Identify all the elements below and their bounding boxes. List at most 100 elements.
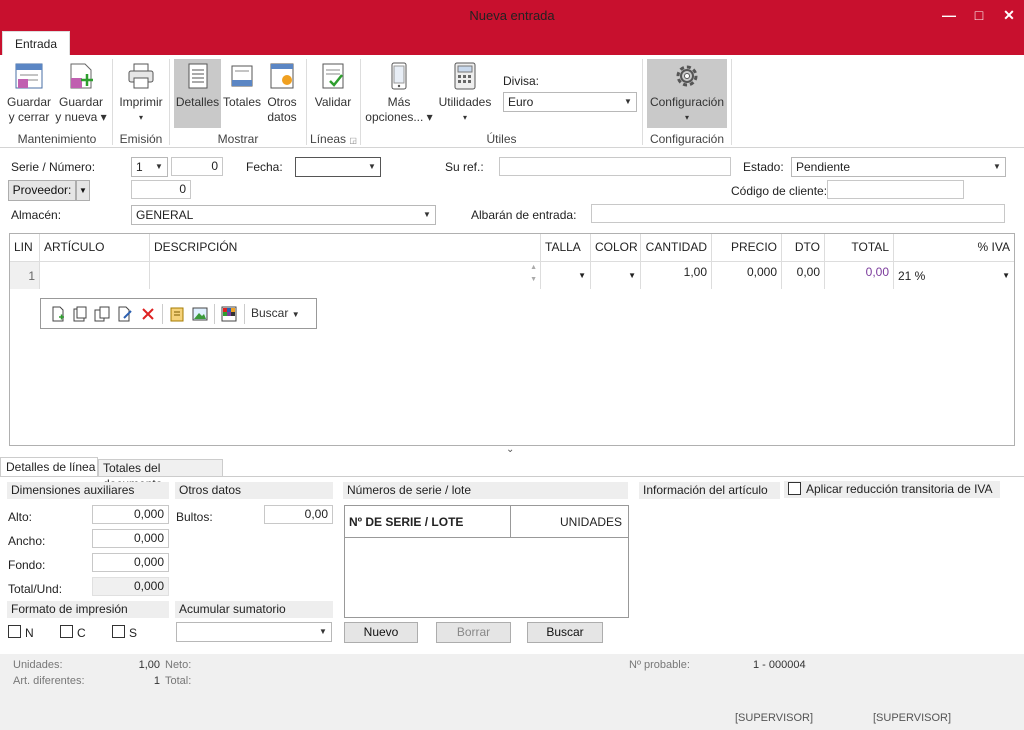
col-cantidad[interactable]: CANTIDAD [641, 234, 712, 261]
detalles-button[interactable]: Detalles [174, 59, 221, 128]
totales-button[interactable]: Totales [222, 61, 262, 110]
probable-label: Nº probable: [629, 659, 690, 671]
buscar-button[interactable]: Buscar [527, 622, 603, 643]
insert-line-icon[interactable] [72, 306, 88, 322]
checkbox-c[interactable] [60, 625, 73, 638]
row-total[interactable]: 0,00 [825, 261, 894, 289]
other-data-icon [267, 61, 297, 91]
delete-line-icon[interactable] [140, 306, 156, 322]
divisa-label: Divisa: [503, 74, 540, 88]
row-cantidad[interactable]: 1,00 [641, 261, 712, 289]
col-iva[interactable]: % IVA [894, 234, 1014, 261]
validar-button[interactable]: Validar [311, 61, 355, 110]
estado-select[interactable]: Pendiente ▼ [791, 157, 1006, 177]
serie-value: 1 [136, 160, 143, 174]
chevron-down-icon: ▼ [1002, 271, 1010, 280]
imprimir-button[interactable]: Imprimir ▾ [116, 61, 166, 125]
tab-detalles-linea[interactable]: Detalles de línea [0, 457, 98, 477]
imprimir-label: Imprimir [119, 95, 163, 109]
codigo-cliente-field[interactable] [827, 180, 964, 199]
col-precio[interactable]: PRECIO [712, 234, 782, 261]
configuracion-button[interactable]: Configuración ▾ [647, 59, 727, 128]
fondo-field[interactable]: 0,000 [92, 553, 169, 572]
nuevo-button[interactable]: Nuevo [344, 622, 418, 643]
checkbox-s[interactable] [112, 625, 125, 638]
divisa-value: Euro [508, 95, 534, 109]
tab-totales-documento[interactable]: Totales del documento [98, 459, 223, 491]
guardar-cerrar-button[interactable]: Guardar y cerrar [5, 61, 53, 125]
serie-lote-col[interactable]: Nº DE SERIE / LOTE [345, 506, 511, 538]
mas-opciones-button[interactable]: Más opciones... ▾ [364, 61, 434, 125]
row-descripcion[interactable]: ▲ ▼ [150, 261, 541, 289]
gear-icon [672, 61, 702, 91]
buscar-dropdown[interactable]: Buscar ▼ [251, 306, 306, 320]
imprimir-dropdown-icon: ▾ [138, 113, 143, 122]
borrar-button[interactable]: Borrar [436, 622, 511, 643]
grid-toolbar: Buscar ▼ [40, 298, 317, 329]
checkbox-c-label: C [77, 626, 86, 640]
col-dto[interactable]: DTO 1 [782, 234, 825, 281]
totales-label: Totales [222, 95, 262, 109]
info-articulo-header: Información del artículo [639, 482, 780, 499]
copy-line-icon[interactable] [94, 306, 110, 322]
group-configuracion: Configuración [649, 132, 725, 146]
row-iva[interactable]: 21 % ▼ [894, 261, 1014, 289]
unidades-col[interactable]: UNIDADES [511, 506, 628, 538]
row-color[interactable]: ▼ [591, 261, 641, 289]
validar-label: Validar [314, 95, 352, 109]
row-precio[interactable]: 0,000 [712, 261, 782, 289]
ancho-field[interactable]: 0,000 [92, 529, 169, 548]
spin-icon[interactable]: ▲ ▼ [530, 262, 537, 286]
ribbon-tab-strip [0, 32, 1024, 55]
new-line-icon[interactable] [50, 306, 66, 322]
divisa-select[interactable]: Euro ▼ [503, 92, 637, 112]
toolbar-separator [214, 304, 215, 324]
proveedor-field[interactable]: 0 [131, 180, 191, 199]
totals-icon [227, 61, 257, 91]
fecha-field[interactable]: ▼ [295, 157, 381, 177]
tab-entrada[interactable]: Entrada [2, 31, 70, 56]
proveedor-dropdown-icon[interactable]: ▼ [76, 180, 90, 201]
numero-field[interactable]: 0 [171, 157, 223, 176]
guardar-nueva-button[interactable]: Guardar y nueva ▾ [55, 61, 107, 125]
utilidades-button[interactable]: Utilidades ▾ [435, 61, 495, 125]
tab-border [0, 476, 1024, 477]
row-dto[interactable]: 0,00 [782, 261, 825, 289]
almacen-value: GENERAL [136, 208, 194, 222]
col-lin[interactable]: LIN [10, 234, 40, 261]
bultos-label: Bultos: [176, 510, 213, 524]
albaran-field[interactable] [591, 204, 1005, 223]
almacen-select[interactable]: GENERAL ▼ [131, 205, 436, 225]
reduccion-iva-checkbox[interactable] [788, 482, 801, 495]
col-articulo[interactable]: ARTÍCULO [40, 234, 150, 261]
suref-field[interactable] [499, 157, 731, 176]
close-button[interactable]: ✕ [994, 4, 1024, 26]
row-articulo[interactable] [40, 261, 150, 289]
proveedor-button[interactable]: Proveedor: [8, 180, 76, 201]
guardar-cerrar-label-1: Guardar [6, 95, 52, 109]
acumular-select[interactable]: ▼ [176, 622, 332, 642]
image-icon[interactable] [192, 306, 208, 322]
maximize-button[interactable]: □ [964, 4, 994, 26]
row-talla[interactable]: ▼ [541, 261, 591, 289]
bultos-field[interactable]: 0,00 [264, 505, 333, 524]
codigo-cliente-label: Código de cliente: [731, 184, 828, 198]
alto-field[interactable]: 0,000 [92, 505, 169, 524]
col-total[interactable]: TOTAL [825, 234, 894, 261]
col-color[interactable]: COLOR [591, 234, 641, 261]
notes-icon[interactable] [169, 306, 185, 322]
col-talla[interactable]: TALLA [541, 234, 591, 261]
total-label: Total: [165, 675, 192, 687]
dialog-launcher-icon: ◲ [349, 136, 357, 145]
minimize-button[interactable]: — [934, 4, 964, 26]
col-descripcion[interactable]: DESCRIPCIÓN [150, 234, 541, 261]
color-size-icon[interactable] [221, 306, 237, 322]
save-new-icon [66, 61, 96, 91]
serie-select[interactable]: 1 ▼ [131, 157, 168, 177]
checkbox-n[interactable] [8, 625, 21, 638]
mas-opciones-label-2: opciones... ▾ [365, 110, 433, 124]
expand-chevron-icon[interactable]: ⌄ [506, 444, 514, 455]
otros-datos-button[interactable]: Otros datos [263, 61, 301, 125]
edit-line-icon[interactable] [117, 306, 133, 322]
unidades-value: 1,00 [138, 659, 160, 671]
